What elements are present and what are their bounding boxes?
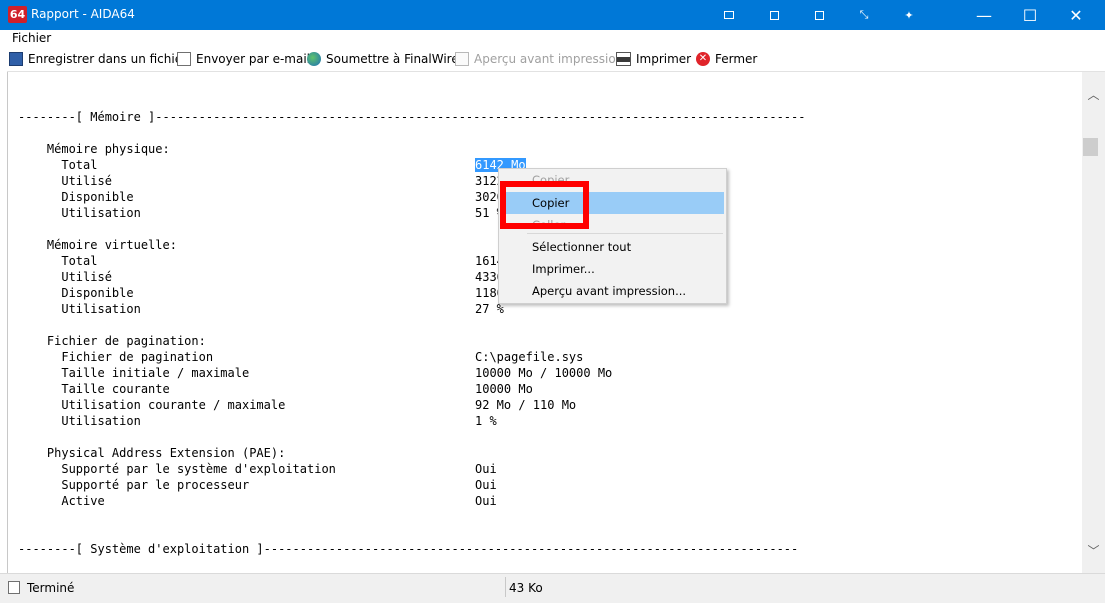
row-label: Active bbox=[61, 494, 105, 508]
preview-button[interactable]: Aperçu avant impression bbox=[455, 51, 623, 67]
document-icon bbox=[177, 52, 191, 66]
row-label: Total bbox=[61, 254, 98, 268]
email-button[interactable]: Envoyer par e-mail bbox=[177, 51, 310, 67]
menu-bar: Fichier bbox=[0, 30, 1105, 47]
print-button[interactable]: Imprimer bbox=[616, 51, 691, 67]
minimize-button[interactable]: — bbox=[961, 0, 1007, 30]
row-label: Supporté par le processeur bbox=[61, 478, 250, 492]
row-label: Utilisé bbox=[61, 270, 112, 284]
report-view[interactable]: --------[ Mémoire ]---------------------… bbox=[7, 72, 1083, 573]
row-label: Utilisation courante / maximale bbox=[61, 398, 286, 412]
row-label: Utilisation bbox=[61, 414, 141, 428]
tile-icon[interactable] bbox=[759, 0, 789, 30]
os-section-header: --------[ Système d'exploitation ]------… bbox=[18, 542, 799, 556]
restore-pane-icon[interactable] bbox=[804, 0, 834, 30]
fermer-button[interactable]: ✕ Fermer bbox=[696, 51, 757, 67]
printer-icon bbox=[616, 52, 631, 66]
save-icon bbox=[9, 52, 23, 66]
print-label: Imprimer bbox=[636, 52, 692, 66]
preview-icon bbox=[455, 52, 469, 66]
row-label: Utilisé bbox=[61, 174, 112, 188]
highlight-box bbox=[500, 181, 589, 229]
pae-title: Physical Address Extension (PAE): bbox=[46, 446, 286, 460]
row-value: 92 Mo / 110 Mo bbox=[475, 398, 577, 412]
toolbar-dock-icon[interactable] bbox=[714, 0, 744, 30]
row-label: Taille initiale / maximale bbox=[61, 366, 250, 380]
row-value: Oui bbox=[475, 478, 497, 492]
toolbar: Enregistrer dans un fichier Envoyer par … bbox=[0, 47, 1105, 72]
context-print[interactable]: Imprimer... bbox=[532, 262, 595, 276]
status-divider bbox=[505, 577, 506, 597]
close-button[interactable]: ✕ bbox=[1053, 0, 1099, 30]
submit-label: Soumettre à FinalWire bbox=[326, 52, 459, 66]
row-label: Total bbox=[61, 158, 98, 172]
row-label: Taille courante bbox=[61, 382, 170, 396]
row-label: Fichier de pagination bbox=[61, 350, 214, 364]
status-size: 43 Ko bbox=[509, 581, 543, 595]
menu-fichier[interactable]: Fichier bbox=[12, 31, 51, 45]
window-title: Rapport - AIDA64 bbox=[31, 7, 135, 21]
row-value: 10000 Mo / 10000 Mo bbox=[475, 366, 613, 380]
save-label: Enregistrer dans un fichier bbox=[28, 52, 188, 66]
save-button[interactable]: Enregistrer dans un fichier bbox=[9, 51, 187, 67]
scroll-thumb[interactable] bbox=[1083, 138, 1098, 156]
aida64-logo-icon: 64 bbox=[8, 6, 27, 23]
chevron-up-icon[interactable]: ︿ bbox=[1082, 84, 1105, 104]
row-value: Oui bbox=[475, 494, 497, 508]
context-select-all[interactable]: Sélectionner tout bbox=[532, 240, 631, 254]
title-bar: 64 Rapport - AIDA64 ⤡ ✦ — ☐ ✕ bbox=[0, 0, 1105, 30]
preview-label: Aperçu avant impression bbox=[474, 52, 624, 66]
fermer-label: Fermer bbox=[715, 52, 758, 66]
maximize-button[interactable]: ☐ bbox=[1007, 0, 1053, 30]
close-red-icon: ✕ bbox=[696, 52, 710, 66]
globe-icon bbox=[307, 52, 321, 66]
status-bar: Terminé 43 Ko bbox=[0, 573, 1105, 603]
row-value: Oui bbox=[475, 462, 497, 476]
row-label: Utilisation bbox=[61, 206, 141, 220]
shrink-icon[interactable]: ⤡ bbox=[849, 0, 879, 30]
context-print-preview[interactable]: Aperçu avant impression... bbox=[532, 284, 686, 298]
left-edge bbox=[0, 47, 7, 602]
row-value: C:\pagefile.sys bbox=[475, 350, 584, 364]
row-value: 1 % bbox=[475, 414, 497, 428]
submit-button[interactable]: Soumettre à FinalWire bbox=[307, 51, 459, 67]
status-text: Terminé bbox=[27, 581, 75, 595]
paging-file-title: Fichier de pagination: bbox=[46, 334, 206, 348]
email-label: Envoyer par e-mail bbox=[196, 52, 311, 66]
chevron-down-icon[interactable]: ﹀ bbox=[1082, 540, 1105, 560]
row-label: Supporté par le système d'exploitation bbox=[61, 462, 336, 476]
row-value: 10000 Mo bbox=[475, 382, 533, 396]
context-separator bbox=[527, 233, 723, 234]
row-label: Utilisation bbox=[61, 302, 141, 316]
physical-memory-title: Mémoire physique: bbox=[46, 142, 170, 156]
virtual-memory-title: Mémoire virtuelle: bbox=[46, 238, 177, 252]
row-label: Disponible bbox=[61, 190, 134, 204]
row-label: Disponible bbox=[61, 286, 134, 300]
pin-icon[interactable]: ✦ bbox=[894, 0, 924, 30]
vertical-scrollbar[interactable]: ︿ ﹀ bbox=[1082, 72, 1105, 573]
status-page-icon bbox=[8, 581, 20, 594]
memory-section-header: --------[ Mémoire ]---------------------… bbox=[18, 110, 806, 124]
